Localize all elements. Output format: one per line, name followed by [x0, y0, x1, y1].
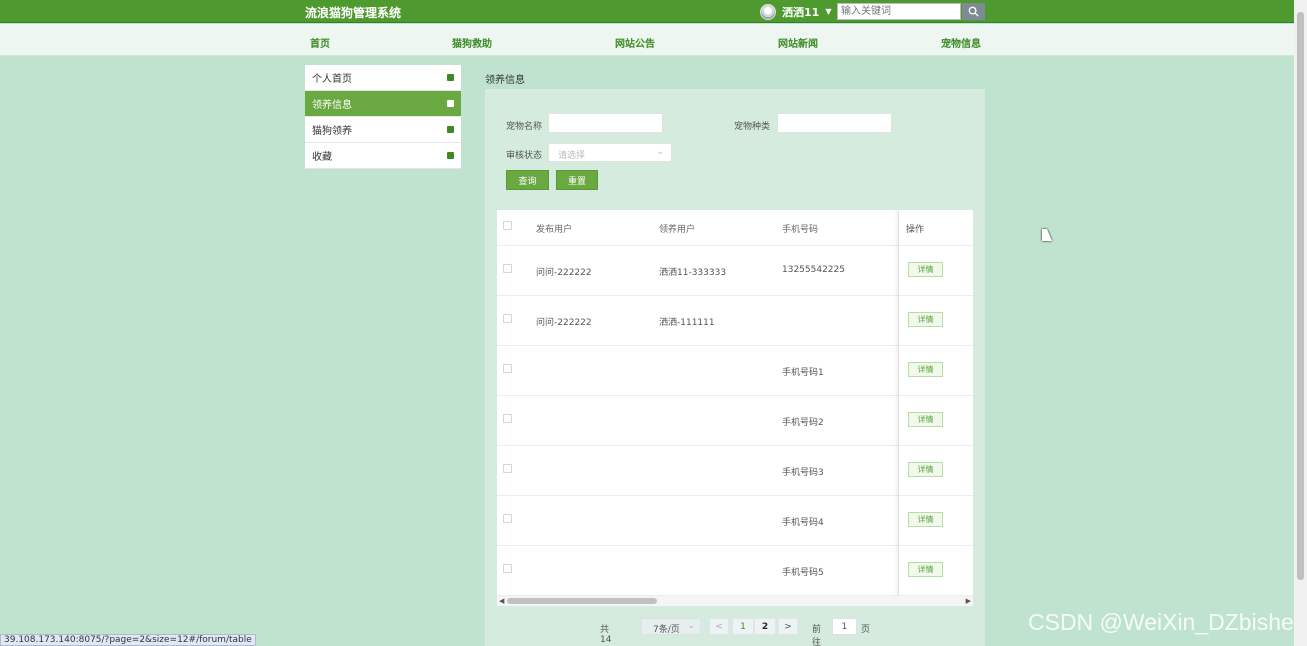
row-checkbox[interactable] — [503, 314, 512, 323]
jump-page-input[interactable]: 1 — [832, 618, 857, 635]
search-input[interactable] — [837, 3, 961, 20]
row-checkbox[interactable] — [503, 414, 512, 423]
column-header: 操作 — [906, 225, 925, 235]
sidebar-item-label: 领养信息 — [312, 100, 352, 111]
caret-down-icon[interactable]: ▼ — [825, 7, 831, 16]
sidebar-item-label: 个人首页 — [312, 74, 352, 85]
pet-name-input[interactable] — [548, 113, 663, 133]
row-checkbox[interactable] — [503, 364, 512, 373]
user-name[interactable]: 洒洒11 — [782, 4, 819, 20]
detail-button[interactable]: 详情 — [908, 312, 943, 327]
sidebar-item-label: 收藏 — [312, 152, 332, 163]
row-checkbox[interactable] — [503, 264, 512, 273]
detail-button[interactable]: 详情 — [908, 262, 943, 277]
pet-type-label: 宠物种类 — [734, 122, 771, 132]
watermark: CSDN @WeiXin_DZbishe — [1028, 609, 1294, 635]
phone-cell: 手机号码1 — [782, 368, 824, 378]
row-checkbox[interactable] — [503, 514, 512, 523]
scroll-right-icon[interactable]: ▶ — [966, 596, 971, 606]
nav-item-notices[interactable]: 网站公告 — [615, 35, 655, 50]
mouse-cursor-icon — [1042, 229, 1052, 241]
vertical-scrollbar[interactable] — [1294, 0, 1307, 646]
pet-name-label: 宠物名称 — [506, 122, 543, 132]
adopter-cell: 洒洒-111111 — [659, 318, 715, 328]
publisher-cell: 问问-222222 — [536, 268, 592, 278]
column-header: 发布用户 — [536, 225, 573, 235]
nav-item-home[interactable]: 首页 — [310, 35, 330, 50]
phone-cell: 手机号码4 — [782, 518, 824, 528]
status-label: 审核状态 — [506, 151, 543, 161]
page-size-select[interactable]: 7条/页 ⌄ — [641, 618, 701, 635]
row-checkbox[interactable] — [503, 464, 512, 473]
lock-icon — [447, 74, 454, 81]
publisher-cell: 问问-222222 — [536, 318, 592, 328]
reset-button[interactable]: 重置 — [556, 170, 598, 190]
phone-cell: 手机号码2 — [782, 418, 824, 428]
top-bar: 流浪猫狗管理系统 洒洒11 ▼ — [0, 0, 1294, 23]
row-checkbox[interactable] — [503, 564, 512, 573]
nav-item-rescue[interactable]: 猫狗救助 — [452, 35, 492, 50]
adoption-table: 发布用户 领养用户 手机号码 问问-222222 洒洒11-333333 132… — [497, 210, 973, 596]
select-all-checkbox[interactable] — [503, 221, 512, 230]
sidebar-item-label: 猫狗领养 — [312, 126, 352, 137]
detail-button[interactable]: 详情 — [908, 512, 943, 527]
column-header: 领养用户 — [659, 225, 696, 235]
status-select-placeholder: 请选择 — [558, 151, 586, 161]
page-button-1[interactable]: 1 — [732, 618, 754, 635]
status-url-bar: 39.108.173.140:8075/?page=2&size=12#/for… — [0, 634, 256, 646]
query-button[interactable]: 查询 — [506, 170, 549, 190]
sidebar-item-favorites[interactable]: 收藏 — [305, 143, 461, 169]
jump-label: 前往 — [812, 625, 822, 646]
scrollbar-thumb[interactable] — [1297, 12, 1304, 580]
total-count: 共 14 条 — [600, 625, 612, 645]
user-menu[interactable]: 洒洒11 ▼ — [760, 3, 831, 20]
sidebar-item-adoption-info[interactable]: 领养信息 — [305, 91, 461, 117]
breadcrumb: 领养信息 — [485, 75, 525, 86]
chevron-down-icon: ⌄ — [687, 621, 695, 631]
detail-button[interactable]: 详情 — [908, 562, 943, 577]
sidebar-item-pet-adoption[interactable]: 猫狗领养 — [305, 117, 461, 143]
jump-unit: 页 — [861, 625, 871, 635]
next-page-button[interactable]: > — [778, 618, 798, 635]
scrollbar-thumb[interactable] — [507, 598, 657, 604]
scroll-left-icon[interactable]: ◀ — [499, 596, 504, 606]
column-header: 手机号码 — [782, 225, 819, 235]
phone-cell: 13255542225 — [782, 265, 845, 275]
detail-button[interactable]: 详情 — [908, 362, 943, 377]
adopter-cell: 洒洒11-333333 — [659, 268, 727, 278]
nav-item-pets[interactable]: 宠物信息 — [941, 35, 981, 50]
detail-button[interactable]: 详情 — [908, 412, 943, 427]
phone-cell: 手机号码5 — [782, 568, 824, 578]
avatar[interactable] — [760, 3, 776, 20]
page-size-value: 7条/页 — [653, 625, 680, 635]
main-nav: 首页 猫狗救助 网站公告 网站新闻 宠物信息 — [0, 24, 1294, 56]
sidebar-item-profile[interactable]: 个人首页 — [305, 65, 461, 91]
pet-type-input[interactable] — [777, 113, 892, 133]
lock-icon — [447, 126, 454, 133]
status-select[interactable]: 请选择 ⌄ — [548, 143, 672, 162]
lock-icon — [447, 100, 454, 107]
detail-button[interactable]: 详情 — [908, 462, 943, 477]
horizontal-scrollbar[interactable]: ◀ ▶ — [497, 596, 973, 606]
nav-item-news[interactable]: 网站新闻 — [778, 35, 818, 50]
phone-cell: 手机号码3 — [782, 468, 824, 478]
lock-icon — [447, 152, 454, 159]
search-icon — [968, 6, 979, 17]
page-button-2[interactable]: 2 — [754, 618, 776, 635]
sidebar: 个人首页 领养信息 猫狗领养 收藏 — [305, 65, 461, 169]
search-button[interactable] — [962, 3, 985, 20]
chevron-down-icon: ⌄ — [656, 147, 664, 157]
prev-page-button[interactable]: < — [709, 618, 729, 635]
site-title: 流浪猫狗管理系统 — [305, 6, 402, 20]
